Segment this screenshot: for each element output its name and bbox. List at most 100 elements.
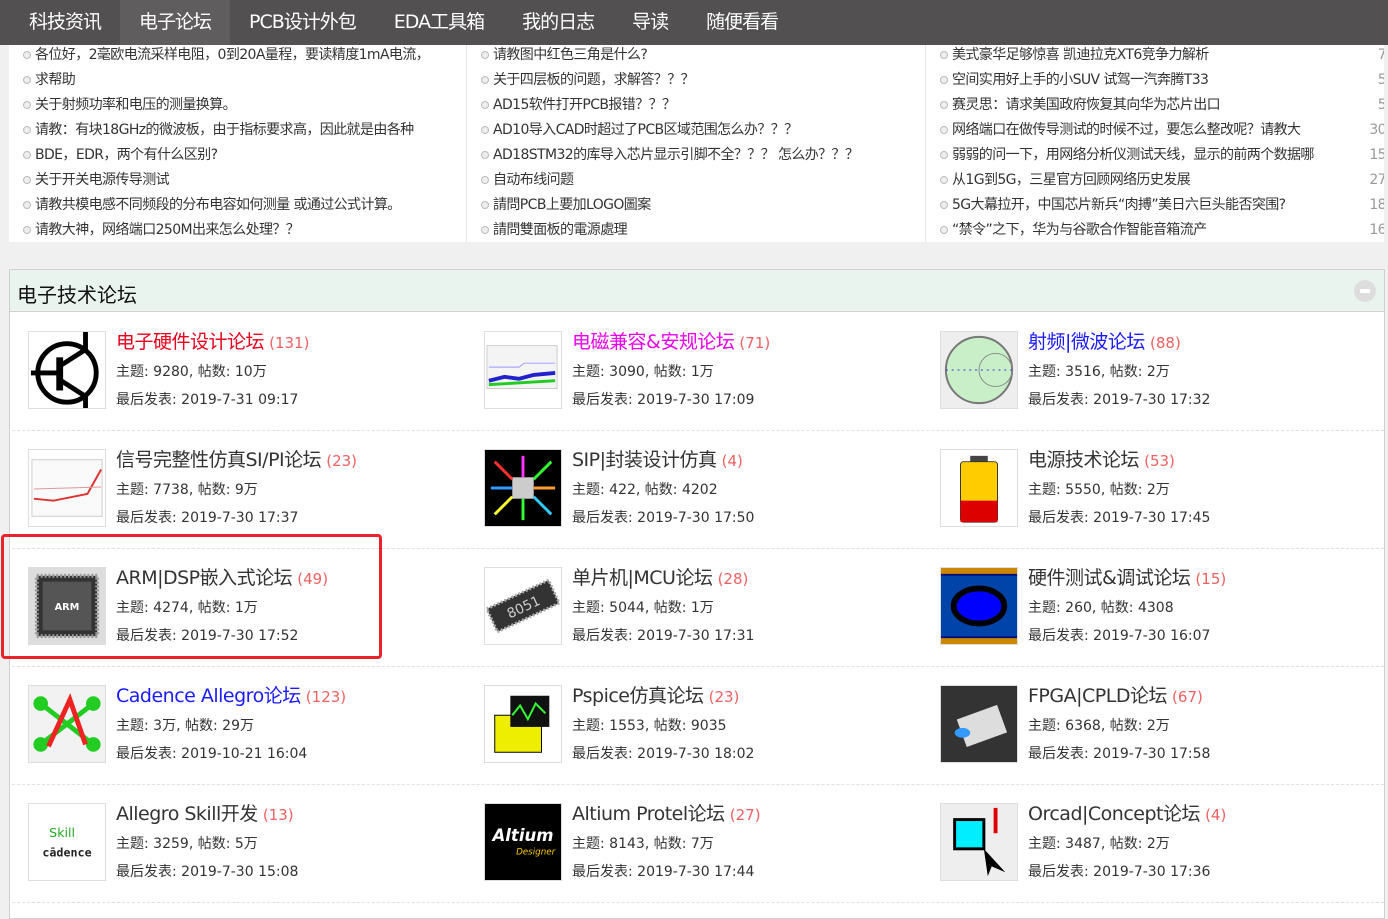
post-link[interactable]: 请教共模电感不同频段的分布电容如何测量 或通过公式计算。 (9, 195, 466, 220)
post-link[interactable]: 5G大幕拉开，中国芯片新兵“肉搏”美日六巨头能否突围? 18 (926, 195, 1384, 220)
post-link[interactable]: 請問雙面板的電源處理 (467, 220, 925, 245)
post-title[interactable]: 5G大幕拉开，中国芯片新兵“肉搏”美日六巨头能否突围? (952, 197, 1286, 213)
post-title[interactable]: 网络端口在做传导测试的时候不过，要怎么整改呢？请教大 (952, 122, 1301, 138)
forum-title-link[interactable]: 电源技术论坛 (1028, 449, 1140, 471)
post-link[interactable]: 请教：有块18GHz的微波板，由于指标要求高，因此就是由各种 (9, 120, 466, 145)
post-title[interactable]: 求帮助 (35, 72, 76, 88)
last-post-time[interactable]: 2019-7-30 18:02 (637, 746, 754, 762)
post-title[interactable]: 关于开关电源传导测试 (35, 172, 170, 188)
post-title[interactable]: 空间实用好上手的小SUV 试驾一汽奔腾T33 (952, 72, 1209, 88)
post-title[interactable]: 请教共模电感不同频段的分布电容如何测量 或通过公式计算。 (35, 197, 401, 213)
forum-title-link[interactable]: Altium Protel论坛 (572, 803, 725, 825)
post-link[interactable]: 网络端口在做传导测试的时候不过，要怎么整改呢？请教大 30 (926, 120, 1384, 145)
post-title[interactable]: BDE，EDR，两个有什么区别? (35, 147, 218, 163)
post-link[interactable]: 从1G到5G，三星官方回顾网络历史发展 27 (926, 170, 1384, 195)
forum-title-link[interactable]: ARM|DSP嵌入式论坛 (116, 567, 293, 589)
post-link[interactable]: 关于射频功率和电压的测量换算。 (9, 95, 466, 120)
post-title[interactable]: 请教：有块18GHz的微波板，由于指标要求高，因此就是由各种 (35, 122, 414, 138)
post-link[interactable]: 空间实用好上手的小SUV 试驾一汽奔腾T33 5 (926, 70, 1384, 95)
last-post-time[interactable]: 2019-7-30 15:08 (181, 864, 298, 880)
nav-tab[interactable]: 电子论坛 (120, 0, 231, 45)
post-link[interactable]: 赛灵思：请求美国政府恢复其向华为芯片出口 5 (926, 95, 1384, 120)
post-link[interactable]: 各位好，2毫欧电流采样电阻，0到20A量程，要读精度1mA电流， (9, 45, 466, 70)
last-post-time[interactable]: 2019-7-30 17:52 (181, 628, 298, 644)
post-title[interactable]: AD18STM32的库导入芯片显示引脚不全？？？ 怎么办？？？ (493, 147, 859, 163)
nav-tab[interactable]: PCB设计外包 (230, 0, 375, 45)
last-post-time[interactable]: 2019-7-30 16:07 (1093, 628, 1210, 644)
post-link[interactable]: 美式豪华足够惊喜 凯迪拉克XT6竞争力解析 7 (926, 45, 1384, 70)
post-title[interactable]: 请教大神，网络端口250M出来怎么处理？？ (35, 222, 300, 238)
post-link[interactable]: 弱弱的问一下，用网络分析仪测试天线，显示的前两个数据哪 15 (926, 145, 1384, 170)
arm-chip-icon[interactable]: ARM (28, 567, 106, 645)
post-link[interactable]: 关于四层板的问题，求解答？？？ (467, 70, 925, 95)
forum-title-link[interactable]: Pspice仿真论坛 (572, 685, 704, 707)
fpga-icon[interactable] (940, 685, 1018, 763)
post-title[interactable]: 请教图中红色三角是什么? (493, 47, 648, 63)
skill-cadence-icon[interactable]: Skill cādence (28, 803, 106, 881)
emc-chart-icon[interactable] (484, 331, 562, 409)
forum-title-link[interactable]: Allegro Skill开发 (116, 803, 258, 825)
nav-tab[interactable]: 导读 (613, 0, 687, 45)
post-title[interactable]: “禁令”之下，华为与谷歌合作智能音箱流产 (952, 222, 1207, 238)
last-post-time[interactable]: 2019-7-30 17:32 (1093, 392, 1210, 408)
post-title[interactable]: 美式豪华足够惊喜 凯迪拉克XT6竞争力解析 (952, 47, 1209, 63)
forum-title-link[interactable]: 射频|微波论坛 (1028, 331, 1145, 353)
post-link[interactable]: AD18STM32的库导入芯片显示引脚不全？？？ 怎么办？？？ (467, 145, 925, 170)
last-post-time[interactable]: 2019-7-31 09:17 (181, 392, 298, 408)
altium-icon[interactable]: Altium Designer (484, 803, 562, 881)
last-post-time[interactable]: 2019-7-30 17:37 (181, 510, 298, 526)
post-title[interactable]: 弱弱的问一下，用网络分析仪测试天线，显示的前两个数据哪 (952, 147, 1314, 163)
nav-tab[interactable]: 我的日志 (503, 0, 613, 45)
last-post-time[interactable]: 2019-7-30 17:09 (637, 392, 754, 408)
post-link[interactable]: 关于开关电源传导测试 (9, 170, 466, 195)
nav-tab[interactable]: EDA工具箱 (375, 0, 503, 45)
post-link[interactable]: AD10导入CAD时超过了PCB区域范围怎么办？？？ (467, 120, 925, 145)
post-title[interactable]: 各位好，2毫欧电流采样电阻，0到20A量程，要读精度1mA电流， (35, 47, 430, 63)
post-link[interactable]: 请教大神，网络端口250M出来怎么处理？？ (9, 220, 466, 245)
post-link[interactable]: 自动布线问题 (467, 170, 925, 195)
post-link[interactable]: 请教图中红色三角是什么? (467, 45, 925, 70)
nav-tab[interactable]: 随便看看 (687, 0, 797, 45)
nav-tab[interactable]: 科技资讯 (10, 0, 120, 45)
collapse-icon[interactable] (1354, 280, 1376, 302)
allegro-icon[interactable] (28, 685, 106, 763)
pspice-icon[interactable] (484, 685, 562, 763)
post-title[interactable]: 关于射频功率和电压的测量换算。 (35, 97, 237, 113)
last-post-time[interactable]: 2019-10-21 16:04 (181, 746, 307, 762)
forum-title-link[interactable]: Cadence Allegro论坛 (116, 685, 301, 707)
post-title[interactable]: AD15软件打开PCB报错？？？ (493, 97, 676, 113)
post-title[interactable]: 請問雙面板的電源處理 (493, 222, 628, 238)
post-title[interactable]: 从1G到5G，三星官方回顾网络历史发展 (952, 172, 1191, 188)
smith-chart-icon[interactable] (940, 331, 1018, 409)
forum-title-link[interactable]: 信号完整性仿真SI/PI论坛 (116, 449, 322, 471)
forum-title-link[interactable]: 电子硬件设计论坛 (116, 331, 265, 353)
post-title[interactable]: AD10导入CAD时超过了PCB区域范围怎么办？？？ (493, 122, 798, 138)
post-link[interactable]: BDE，EDR，两个有什么区别? (9, 145, 466, 170)
last-post-time[interactable]: 2019-7-30 17:50 (637, 510, 754, 526)
forum-title-link[interactable]: Orcad|Concept论坛 (1028, 803, 1200, 825)
battery-icon[interactable] (940, 449, 1018, 527)
mcu-chip-icon[interactable]: 8051 (484, 567, 562, 645)
transistor-icon[interactable] (28, 331, 106, 409)
forum-title-link[interactable]: 电磁兼容&安规论坛 (572, 331, 735, 353)
last-post-time[interactable]: 2019-7-30 17:44 (637, 864, 754, 880)
post-title[interactable]: 关于四层板的问题，求解答？？？ (493, 72, 695, 88)
post-title[interactable]: 赛灵思：请求美国政府恢复其向华为芯片出口 (952, 97, 1221, 113)
post-link[interactable]: 請問PCB上要加LOGO圖案 (467, 195, 925, 220)
last-post-time[interactable]: 2019-7-30 17:31 (637, 628, 754, 644)
last-post-time[interactable]: 2019-7-30 17:45 (1093, 510, 1210, 526)
forum-title-link[interactable]: 单片机|MCU论坛 (572, 567, 713, 589)
post-link[interactable]: AD15软件打开PCB报错？？？ (467, 95, 925, 120)
forum-title-link[interactable]: FPGA|CPLD论坛 (1028, 685, 1167, 707)
last-post-time[interactable]: 2019-7-30 17:58 (1093, 746, 1210, 762)
signal-chart-icon[interactable] (28, 449, 106, 527)
post-link[interactable]: “禁令”之下，华为与谷歌合作智能音箱流产 16 (926, 220, 1384, 245)
forum-title-link[interactable]: SIP|封装设计仿真 (572, 449, 717, 471)
post-title[interactable]: 自动布线问题 (493, 172, 574, 188)
forum-title-link[interactable]: 硬件测试&调试论坛 (1028, 567, 1191, 589)
post-title[interactable]: 請問PCB上要加LOGO圖案 (493, 197, 651, 213)
eye-diagram-icon[interactable] (940, 567, 1018, 645)
last-post-time[interactable]: 2019-7-30 17:36 (1093, 864, 1210, 880)
post-link[interactable]: 求帮助 (9, 70, 466, 95)
package-icon[interactable] (484, 449, 562, 527)
